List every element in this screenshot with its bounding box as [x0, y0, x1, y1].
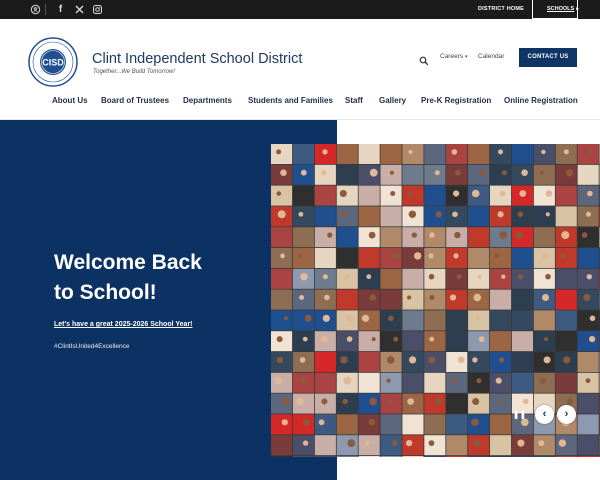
slideshow-prev-button[interactable]: ‹: [535, 405, 554, 424]
contact-us-button[interactable]: CONTACT US: [519, 48, 577, 67]
school-name[interactable]: Clint Independent School District: [92, 51, 302, 67]
calendar-link[interactable]: Calendar: [478, 53, 504, 60]
hero-title: Welcome Back to School!: [54, 248, 274, 308]
topbar-divider: [45, 4, 46, 15]
district-home-link[interactable]: DISTRICT HOME: [478, 0, 524, 19]
main-navigation: About Us Board of Trustees Departments S…: [0, 95, 600, 109]
chevron-down-icon: ▾: [464, 54, 468, 60]
top-utility-bar: f DISTRICT HOME SCHOOLS ▸: [0, 0, 600, 19]
district-logo[interactable]: CISD: [28, 37, 78, 87]
careers-label: Careers: [440, 53, 464, 60]
x-twitter-icon[interactable]: [74, 4, 85, 15]
search-icon[interactable]: [419, 53, 429, 66]
logo-text: CISD: [42, 58, 64, 68]
hero-school-year-link[interactable]: Let's have a great 2025-2026 School Year…: [54, 321, 193, 328]
careers-dropdown[interactable]: Careers ▾: [440, 53, 467, 60]
nav-pre-k-registration[interactable]: Pre-K Registration: [421, 95, 491, 107]
schools-dropdown[interactable]: SCHOOLS ▸: [532, 0, 579, 19]
site-header: CISD Clint Independent School District T…: [0, 19, 600, 120]
chevron-right-icon: ▸: [576, 6, 579, 12]
nav-board-of-trustees[interactable]: Board of Trustees: [101, 95, 169, 107]
instagram-icon[interactable]: [92, 4, 103, 15]
hero-hashtag: #ClintIsUnited4Excellence: [54, 343, 130, 350]
nav-online-registration[interactable]: Online Registration: [504, 95, 578, 107]
nav-about-us[interactable]: About Us: [52, 95, 88, 107]
slideshow-pause-button[interactable]: ❚❚: [512, 407, 527, 422]
facebook-icon[interactable]: f: [55, 4, 66, 15]
nav-departments[interactable]: Departments: [183, 95, 232, 107]
tagline: Together...We Build Tomorrow!: [93, 69, 175, 75]
nav-students-and-families[interactable]: Students and Families: [248, 95, 333, 107]
translate-icon[interactable]: [30, 4, 41, 15]
hero-title-line2: to School!: [54, 281, 157, 304]
hero-title-line1: Welcome Back: [54, 251, 202, 274]
slideshow-next-button[interactable]: ›: [557, 405, 576, 424]
chevron-right-icon: ›: [564, 408, 569, 420]
schools-label: SCHOOLS: [547, 6, 575, 12]
chevron-left-icon: ‹: [542, 408, 547, 420]
hero-banner: Welcome Back to School! Let's have a gre…: [0, 120, 600, 480]
nav-gallery[interactable]: Gallery: [379, 95, 406, 107]
nav-staff[interactable]: Staff: [345, 95, 363, 107]
